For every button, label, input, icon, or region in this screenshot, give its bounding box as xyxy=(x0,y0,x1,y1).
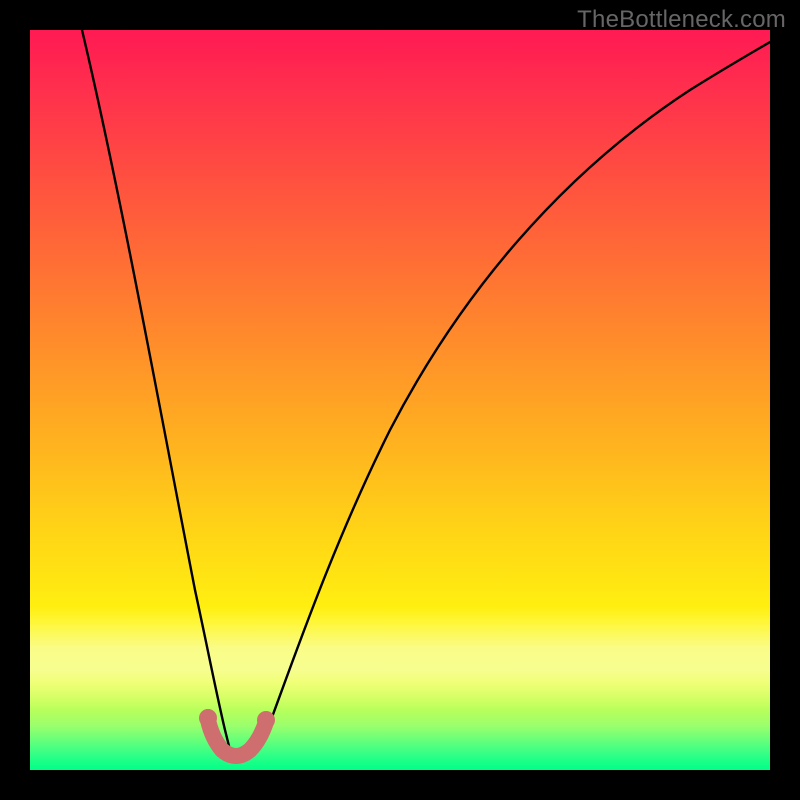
curve-layer xyxy=(30,30,770,770)
valley-marker xyxy=(208,720,266,756)
bottleneck-curve xyxy=(82,30,770,760)
plot-area xyxy=(30,30,770,770)
valley-marker-dot-left xyxy=(199,709,217,727)
watermark-text: TheBottleneck.com xyxy=(577,6,786,34)
chart-frame: TheBottleneck.com xyxy=(0,0,800,800)
valley-marker-dot-right xyxy=(257,711,275,729)
